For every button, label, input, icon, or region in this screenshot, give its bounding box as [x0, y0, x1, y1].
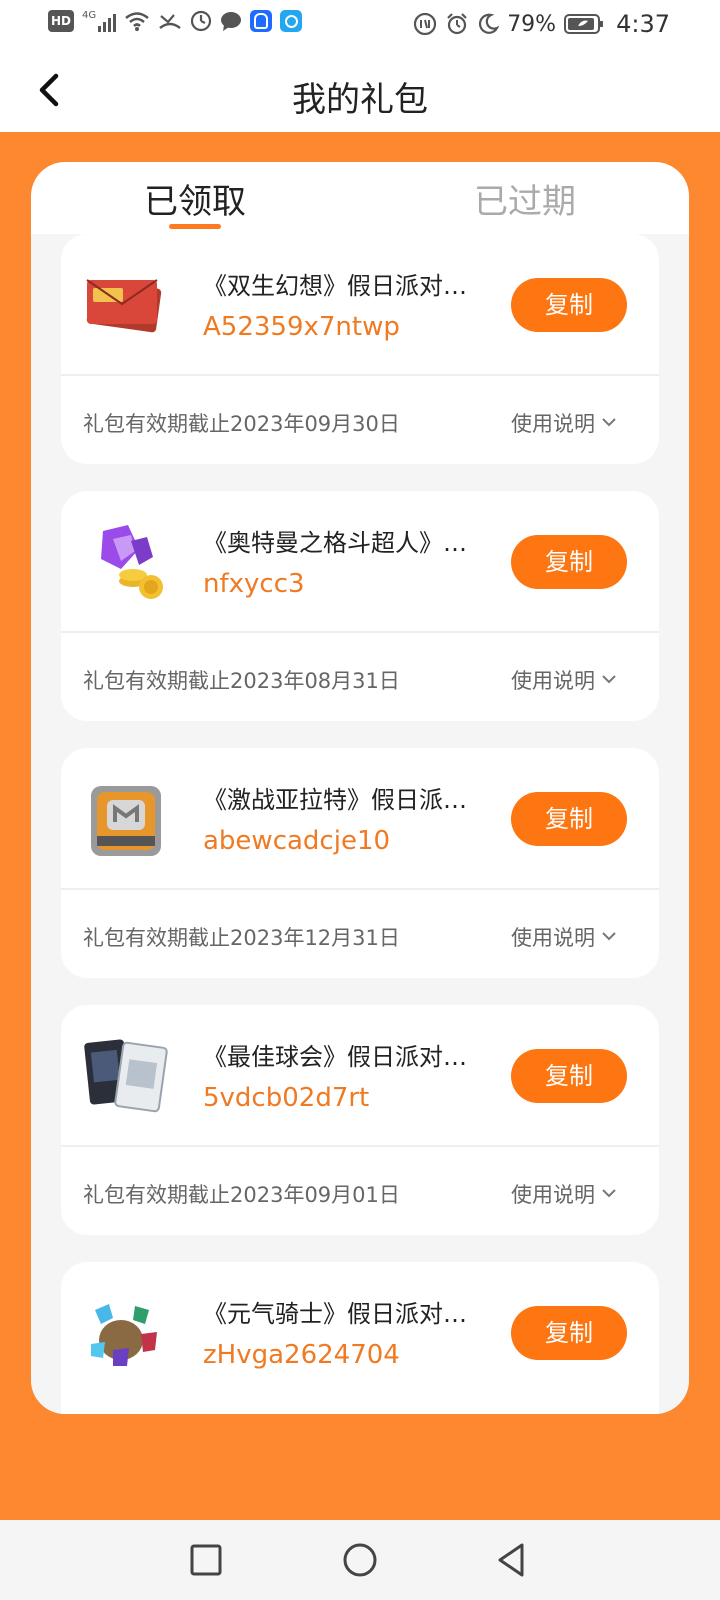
- gift-name: 《奥特曼之格斗超人》…: [203, 529, 467, 557]
- tab-claimed[interactable]: 已领取: [144, 174, 246, 223]
- gift-expiry: 礼包有效期截止2023年12月31日: [83, 926, 400, 950]
- gift-name: 《元气骑士》假日派对…: [203, 1300, 467, 1328]
- alarm-icon: [447, 13, 467, 35]
- usage-label: 使用说明: [511, 412, 595, 436]
- player-cards-icon: [84, 1039, 168, 1113]
- status-bar: HD 4G 79% 4:37: [0, 0, 720, 50]
- gift-code: 5vdcb02d7rt: [203, 1083, 370, 1113]
- app-icon-blue: [250, 10, 273, 32]
- red-envelope-icon: [86, 279, 162, 333]
- gift-name: 《激战亚拉特》假日派…: [203, 786, 467, 814]
- search-app-icon: [280, 10, 303, 32]
- timer-icon: [191, 10, 212, 32]
- usage-label: 使用说明: [511, 926, 595, 950]
- back-triangle-icon[interactable]: [490, 1538, 534, 1582]
- chevron-down-icon: [602, 675, 616, 684]
- page-title: 我的礼包: [292, 80, 428, 120]
- signal-4g-icon: 4G: [82, 10, 117, 32]
- gift-expiry: 礼包有效期截止2023年09月30日: [83, 412, 400, 436]
- chevron-down-icon: [602, 932, 616, 941]
- gift-code: zHvga2624704: [203, 1340, 400, 1370]
- gift-name: 《最佳球会》假日派对…: [203, 1043, 467, 1071]
- copy-button[interactable]: 复制: [511, 1049, 627, 1103]
- chat-icon: [221, 12, 242, 31]
- chevron-down-icon: [602, 1189, 616, 1198]
- missed-call-icon: [159, 14, 181, 30]
- chevron-down-icon: [602, 418, 616, 427]
- crystal-coins-icon: [101, 525, 163, 599]
- gift-code: A52359x7ntwp: [203, 312, 400, 342]
- wifi-icon: [125, 12, 149, 31]
- tab-active-indicator: [169, 224, 221, 229]
- gift-card: 《元气骑士》假日派对… zHvga2624704 复制: [61, 1262, 659, 1414]
- gift-expiry: 礼包有效期截止2023年09月01日: [83, 1183, 400, 1207]
- hd-icon: HD: [48, 10, 75, 32]
- recents-square-icon[interactable]: [184, 1538, 228, 1582]
- tab-bar: 已领取 已过期: [31, 162, 689, 234]
- gift-code: abewcadcje10: [203, 826, 391, 856]
- usage-label: 使用说明: [511, 669, 595, 693]
- gem-bag-icon: [91, 1304, 157, 1366]
- gift-code: nfxycc3: [203, 569, 305, 599]
- gift-panel: 已领取 已过期 《双生幻想》假日派对… A52359x7ntwp 复制 礼包有效…: [31, 162, 689, 1414]
- gift-name: 《双生幻想》假日派对…: [203, 272, 467, 300]
- usage-instructions-toggle[interactable]: 使用说明: [511, 665, 617, 695]
- app-header: 我的礼包: [0, 50, 720, 132]
- tab-expired[interactable]: 已过期: [474, 174, 576, 223]
- usage-instructions-toggle[interactable]: 使用说明: [511, 408, 617, 438]
- moon-icon: [479, 13, 500, 34]
- gift-expiry: 礼包有效期截止2023年08月31日: [83, 669, 400, 693]
- gift-card: 《激战亚拉特》假日派… abewcadcje10 复制 礼包有效期截止2023年…: [61, 748, 659, 978]
- clock: 4:37: [616, 10, 670, 38]
- gift-card: 《奥特曼之格斗超人》… nfxycc3 复制 礼包有效期截止2023年08月31…: [61, 491, 659, 721]
- supply-box-icon: [91, 786, 161, 856]
- copy-button[interactable]: 复制: [511, 1306, 627, 1360]
- copy-button[interactable]: 复制: [511, 278, 627, 332]
- usage-instructions-toggle[interactable]: 使用说明: [511, 922, 617, 952]
- battery-percent: 79%: [507, 11, 557, 37]
- usage-instructions-toggle[interactable]: 使用说明: [511, 1179, 617, 1209]
- usage-label: 使用说明: [511, 1183, 595, 1207]
- system-nav-bar: [0, 1520, 720, 1600]
- copy-button[interactable]: 复制: [511, 535, 627, 589]
- gift-list[interactable]: 《双生幻想》假日派对… A52359x7ntwp 复制 礼包有效期截止2023年…: [31, 234, 689, 1414]
- copy-button[interactable]: 复制: [511, 792, 627, 846]
- data-saver-icon: [414, 12, 437, 36]
- gift-card: 《最佳球会》假日派对… 5vdcb02d7rt 复制 礼包有效期截止2023年0…: [61, 1005, 659, 1235]
- battery-icon: [564, 14, 604, 34]
- home-circle-icon[interactable]: [338, 1538, 382, 1582]
- gift-card: 《双生幻想》假日派对… A52359x7ntwp 复制 礼包有效期截止2023年…: [61, 234, 659, 464]
